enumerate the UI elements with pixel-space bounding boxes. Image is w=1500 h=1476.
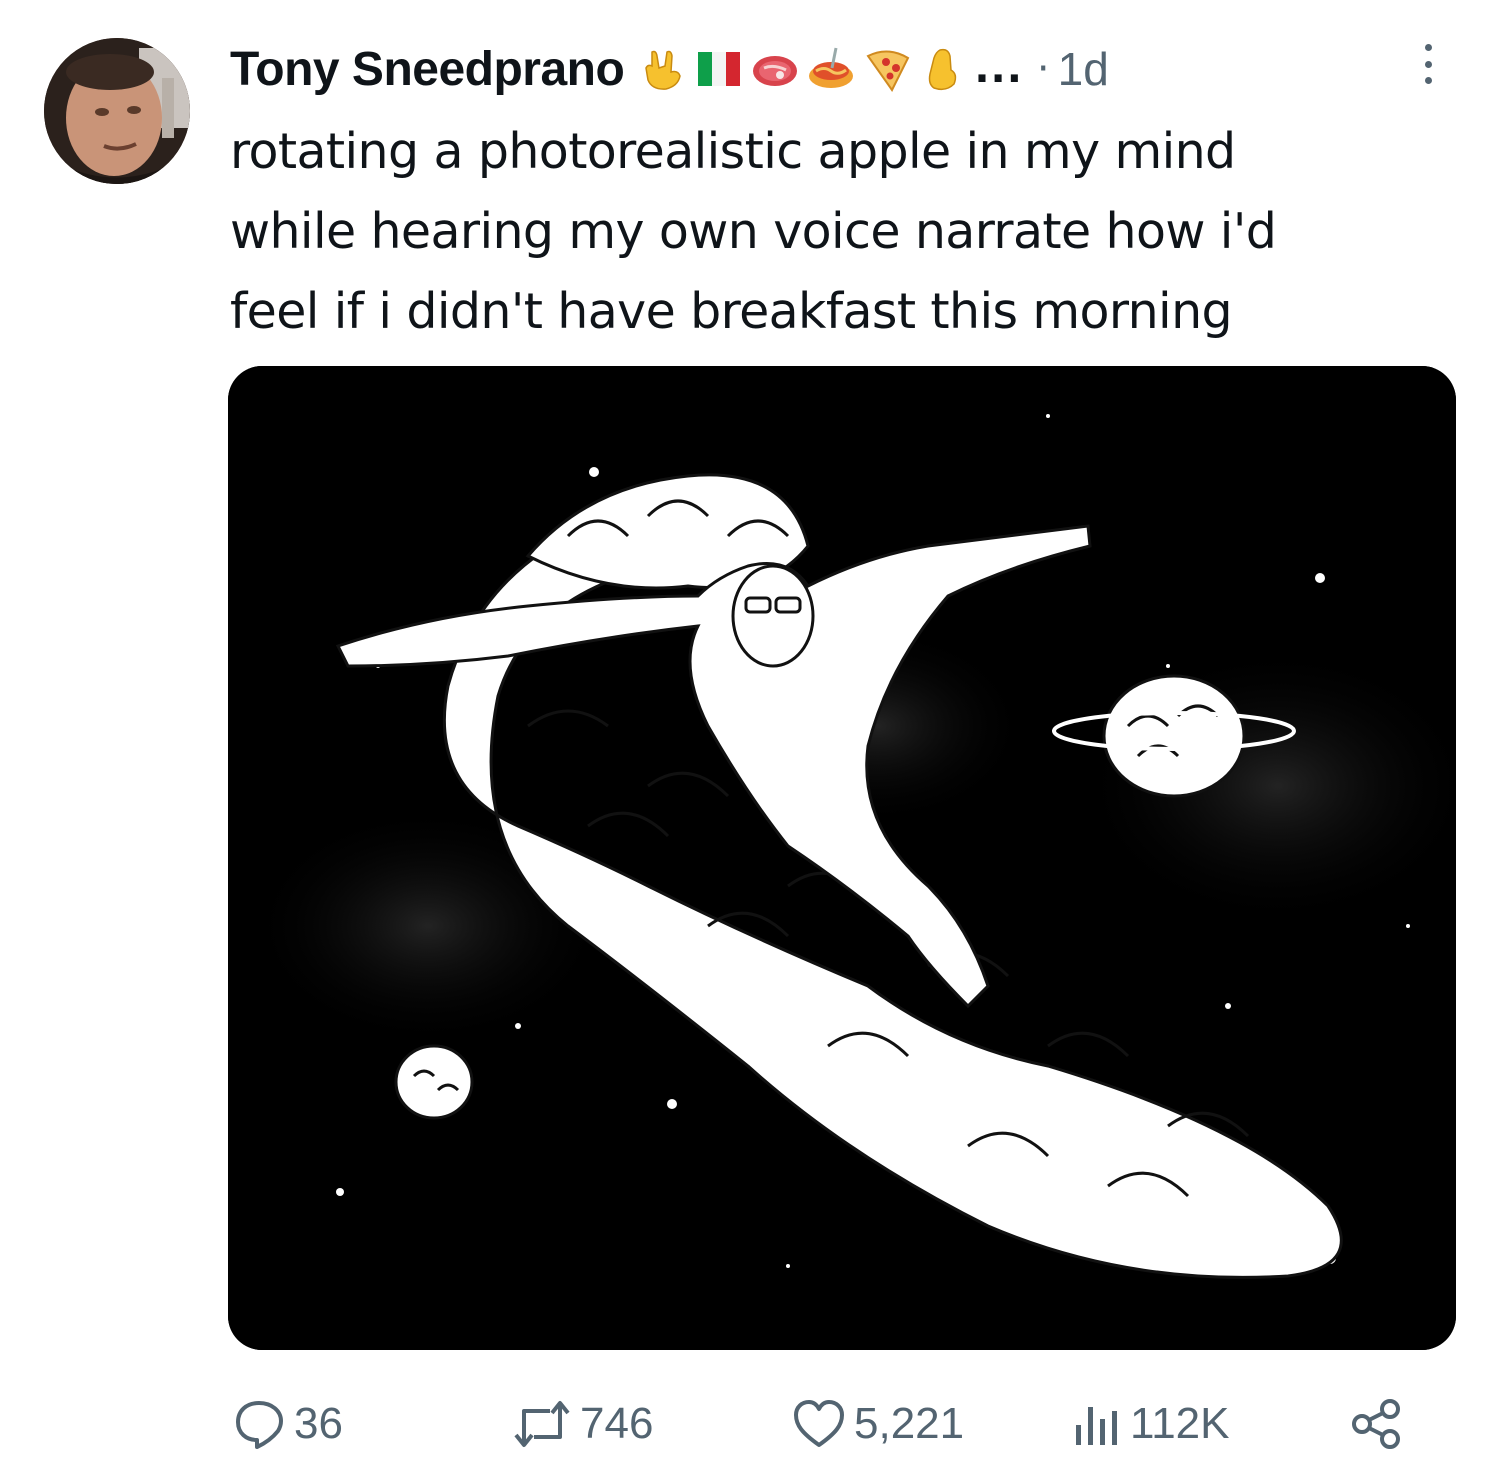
header-separator: · — [1036, 46, 1050, 92]
more-dot-icon — [1424, 60, 1432, 68]
name-truncation: ... — [974, 46, 1023, 92]
repost-icon — [514, 1401, 570, 1447]
tweet-header: Tony Sneedprano ... · 1d — [230, 34, 1109, 104]
views-button[interactable]: 112K — [1070, 1388, 1230, 1460]
reply-button[interactable]: 36 — [230, 1388, 343, 1460]
tweet-actions-bar: 36 746 5,221 112K — [228, 1388, 1428, 1460]
reply-count: 36 — [294, 1399, 343, 1448]
more-dot-icon — [1424, 77, 1432, 84]
heart-icon — [794, 1400, 844, 1447]
views-chart-icon — [1076, 1407, 1117, 1445]
more-options-button[interactable] — [1410, 38, 1446, 90]
share-button[interactable] — [1348, 1388, 1406, 1460]
tweet-text-line: feel if i didn't have breakfast this mor… — [230, 283, 1233, 340]
author-avatar[interactable] — [44, 38, 190, 184]
share-icon — [1352, 1399, 1400, 1449]
italy-flag-emoji — [694, 44, 744, 94]
brain-surfer-illustration — [228, 366, 1456, 1350]
name-emoji-row — [638, 44, 968, 94]
pizza-emoji — [862, 44, 912, 94]
repost-count: 746 — [580, 1399, 654, 1448]
like-button[interactable]: 5,221 — [790, 1388, 964, 1460]
tweet-text: rotating a photorealistic apple in my mi… — [230, 112, 1430, 352]
avatar-photo — [44, 38, 190, 184]
views-count: 112K — [1130, 1399, 1230, 1448]
author-display-name[interactable]: Tony Sneedprano — [230, 42, 625, 97]
spaghetti-emoji — [806, 44, 856, 94]
repost-button[interactable]: 746 — [510, 1388, 653, 1460]
tweet-text-line: while hearing my own voice narrate how i… — [230, 203, 1277, 260]
reply-icon — [236, 1401, 283, 1449]
like-count: 5,221 — [854, 1399, 965, 1448]
tweet-text-line: rotating a photorealistic apple in my mi… — [230, 123, 1236, 180]
steak-emoji — [750, 44, 800, 94]
more-dot-icon — [1424, 44, 1432, 51]
tweet-media-image[interactable] — [228, 366, 1456, 1350]
tweet-timestamp[interactable]: 1d — [1058, 42, 1109, 96]
sign-of-horns-emoji — [638, 44, 688, 94]
pinched-fingers-emoji — [918, 44, 968, 94]
